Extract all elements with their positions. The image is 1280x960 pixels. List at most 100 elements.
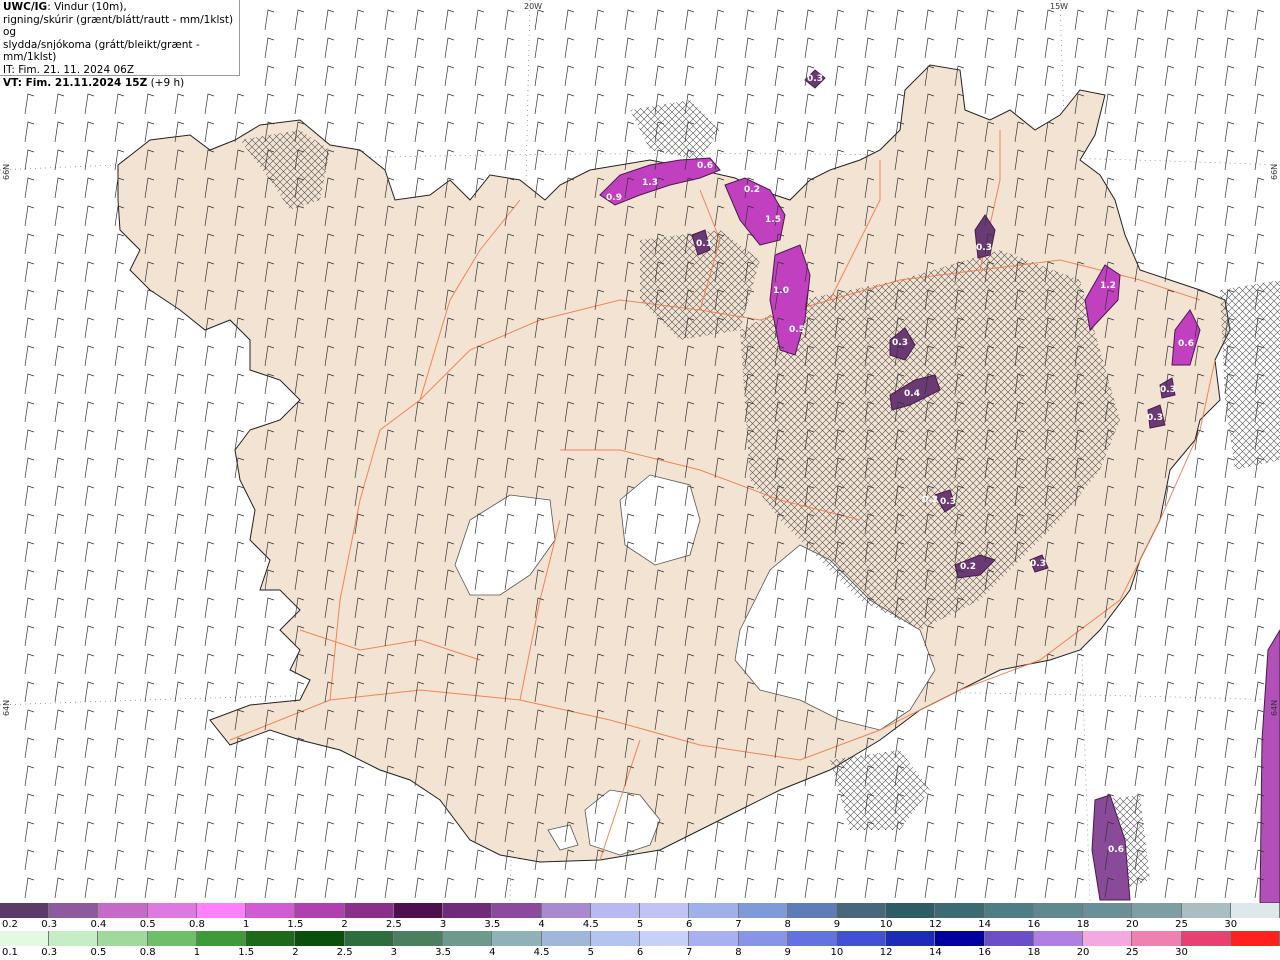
legend-swatch <box>836 903 887 918</box>
precip-label: 0.1 <box>696 239 712 249</box>
precip-label: 0.6 <box>1108 845 1124 855</box>
precip-label: 0.2 <box>744 185 760 195</box>
lat-label: 64N <box>2 699 11 716</box>
legend-label: 5 <box>636 919 644 930</box>
precip-label: 0.3 <box>976 243 992 253</box>
legend-swatch <box>541 903 591 918</box>
legend-label: 16 <box>978 947 991 958</box>
legend-swatch <box>0 931 50 946</box>
precip-label: 1.2 <box>1100 281 1116 291</box>
lon-label: 20W <box>524 2 543 11</box>
legend-label: 0.5 <box>139 919 156 930</box>
legend-label: 12 <box>929 919 942 930</box>
legend-swatch <box>935 931 985 946</box>
legend-swatch <box>49 931 99 946</box>
title-line2: rigning/skúrir (grænt/blátt/rautt - mm/1… <box>3 13 234 39</box>
legend-swatch <box>443 931 493 946</box>
legend-swatch <box>393 903 444 918</box>
map-title-box: UWC/IG: Vindur (10m), rigning/skúrir (gr… <box>0 0 240 89</box>
legend-swatch <box>787 931 837 946</box>
legend-swatch <box>492 903 542 918</box>
legend-swatch <box>295 931 345 946</box>
weather-map: 0.9 1.3 0.6 0.2 1.5 0.1 1.0 0.5 0.3 0.3 … <box>0 0 1280 903</box>
precip-label: 0.3 <box>807 74 823 84</box>
precip-label: 0.3 <box>1160 385 1176 395</box>
legend-swatch <box>1132 931 1182 946</box>
legend-swatch <box>1033 931 1084 946</box>
legend-label: 14 <box>929 947 942 958</box>
title-line3: slydda/snjókoma (grátt/bleikt/grænt - mm… <box>3 38 200 64</box>
legend-swatch <box>98 903 148 918</box>
precip-label: 0.6 <box>1178 339 1194 349</box>
legend-label: 0.8 <box>139 947 156 958</box>
legend-label: 3.5 <box>484 919 501 930</box>
precip-label: 1.5 <box>765 215 781 225</box>
forecast-offset: (+9 h) <box>147 76 185 89</box>
legend-label: 0.5 <box>90 947 107 958</box>
legend-swatch <box>984 931 1034 946</box>
legend-label: 1 <box>193 947 201 958</box>
legend-swatch <box>640 903 690 918</box>
legend-swatch <box>1033 903 1084 918</box>
legend-swatch <box>98 931 148 946</box>
model-name: UWC/IG <box>3 1 48 13</box>
legend-label: 6 <box>686 919 693 930</box>
legend-swatch <box>836 931 887 946</box>
legend-swatch <box>295 903 345 918</box>
legend-label: 4 <box>489 947 496 958</box>
legend-label: 1 <box>242 919 250 930</box>
legend-swatch <box>147 931 197 946</box>
legend-label: 10 <box>830 947 844 958</box>
legend-label: 9 <box>833 919 841 930</box>
precip-label: 0.3 <box>940 497 956 507</box>
legend-label: 4.5 <box>582 919 599 930</box>
legend-label: 0.3 <box>41 947 58 958</box>
legend-label: 14 <box>978 919 991 930</box>
legend-label: 20 <box>1125 919 1139 930</box>
legend-label: 3 <box>390 947 398 958</box>
legend-label: 3.5 <box>435 947 452 958</box>
legend-label: 6 <box>636 947 644 958</box>
legend-swatch <box>196 931 247 946</box>
legend-swatch <box>1230 931 1280 946</box>
legend-label: 18 <box>1076 919 1090 930</box>
legend-label: 8 <box>735 947 742 958</box>
valid-time: VT: Fim. 21.11.2024 15Z <box>3 76 148 89</box>
legend-swatch <box>886 903 936 918</box>
legend-swatch <box>1230 903 1280 918</box>
legend-label: 25 <box>1175 919 1188 930</box>
legend-swatch <box>1083 931 1133 946</box>
legend-label: 7 <box>686 947 693 958</box>
legend-swatch <box>1083 903 1133 918</box>
legend-swatch <box>49 903 99 918</box>
legend-label: 0.1 <box>2 947 18 958</box>
precip-label: 0.6 <box>697 161 713 171</box>
legend-swatch <box>640 931 690 946</box>
lat-label: 66N <box>2 163 11 180</box>
precip-label: 1.0 <box>773 286 789 296</box>
legend-label: 0.2 <box>2 919 18 930</box>
legend-label: 30 <box>1224 919 1238 930</box>
legend-label: 30 <box>1175 947 1188 958</box>
lat-label: 66N <box>1270 163 1279 180</box>
precip-label: 0.9 <box>606 193 622 203</box>
legend-swatch <box>1181 931 1231 946</box>
legend-label: 3 <box>439 919 447 930</box>
legend-swatch <box>344 931 394 946</box>
legend-label: 1.5 <box>238 947 255 958</box>
legend-swatch <box>935 903 985 918</box>
legend-swatch <box>1181 903 1231 918</box>
legend-swatch <box>886 931 936 946</box>
legend-swatch <box>984 903 1034 918</box>
precip-label: 1.3 <box>642 178 658 188</box>
legend-swatch <box>393 931 444 946</box>
legend-swatch <box>590 931 641 946</box>
lon-label: 15W <box>1050 2 1069 11</box>
legend-label: 2.5 <box>385 919 402 930</box>
legend-swatch <box>246 903 296 918</box>
legend-label: 1.5 <box>287 919 304 930</box>
legend-swatch <box>787 903 837 918</box>
legend-swatch <box>689 903 739 918</box>
legend-swatch <box>541 931 591 946</box>
precip-label: 0.2 <box>960 562 976 572</box>
